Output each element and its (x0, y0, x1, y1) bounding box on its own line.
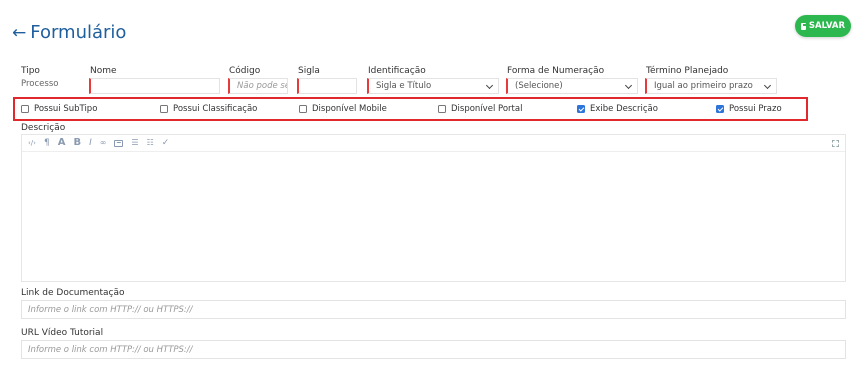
sigla-label: Sigla (298, 66, 320, 76)
nome-input[interactable] (89, 78, 220, 94)
bold-icon[interactable]: B (73, 138, 81, 148)
identificacao-select[interactable]: Sigla e Título (367, 78, 499, 94)
link-icon[interactable]: ∞ (100, 139, 107, 147)
checkbox-label: Disponível Portal (451, 104, 523, 114)
checkbox-possui-classificacao[interactable]: Possui Classificação (160, 104, 257, 114)
link-documentacao-input[interactable]: Informe o link com HTTP:// ou HTTPS:// (21, 300, 846, 319)
link-documentacao-label: Link de Documentação (21, 288, 125, 298)
codigo-label: Código (229, 66, 261, 76)
numbered-list-icon[interactable]: ☷ (147, 139, 154, 147)
checkbox-label: Possui Classificação (173, 104, 258, 114)
editor-toolbar: ‹/› ¶ A B I ∞ ☰ ☷ ✓ (22, 135, 845, 152)
chevron-down-icon (485, 81, 494, 90)
forma-numeracao-label: Forma de Numeração (507, 66, 605, 76)
termino-planejado-label: Término Planejado (646, 66, 729, 76)
descricao-text-area[interactable] (22, 153, 845, 281)
forma-numeracao-value: (Selecione) (515, 81, 563, 91)
checkbox-exibe-descricao[interactable]: Exibe Descrição (577, 104, 658, 114)
identificacao-label: Identificação (368, 66, 426, 76)
checkbox-disponivel-portal[interactable]: Disponível Portal (438, 104, 522, 114)
paragraph-icon[interactable]: ¶ (44, 138, 50, 148)
checkbox-box[interactable] (160, 105, 168, 113)
checkbox-disponivel-mobile[interactable]: Disponível Mobile (299, 104, 387, 114)
bullet-list-icon[interactable]: ☰ (131, 139, 138, 147)
url-video-label: URL Vídeo Tutorial (21, 328, 104, 338)
page-title: ← Formulário (12, 22, 126, 43)
sigla-input[interactable] (297, 78, 357, 94)
checkbox-box[interactable] (716, 105, 724, 113)
save-button[interactable]: SALVAR (795, 15, 851, 37)
descricao-editor: ‹/› ¶ A B I ∞ ☰ ☷ ✓ (21, 134, 846, 282)
termino-planejado-select[interactable]: Igual ao primeiro prazo (645, 78, 777, 94)
font-size-icon[interactable]: A (58, 138, 66, 148)
save-disk-icon (801, 22, 806, 30)
save-button-label: SALVAR (808, 21, 845, 31)
italic-icon[interactable]: I (89, 138, 92, 148)
image-icon[interactable] (114, 139, 124, 147)
nome-label: Nome (90, 66, 117, 76)
code-icon[interactable]: ‹/› (28, 139, 36, 147)
url-video-input[interactable]: Informe o link com HTTP:// ou HTTPS:// (21, 340, 846, 359)
chevron-down-icon (624, 81, 633, 90)
descricao-label: Descrição (21, 123, 66, 133)
checkbox-box[interactable] (577, 105, 585, 113)
checkbox-label: Disponível Mobile (312, 104, 387, 114)
checkbox-possui-prazo[interactable]: Possui Prazo (716, 104, 782, 114)
chevron-down-icon (763, 81, 772, 90)
codigo-input[interactable]: Não pode ser (228, 78, 288, 94)
tipo-label: Tipo (21, 66, 40, 76)
checkbox-label: Possui Prazo (729, 104, 782, 114)
checkbox-possui-subtipo[interactable]: Possui SubTipo (21, 104, 97, 114)
tipo-value: Processo (21, 79, 59, 89)
forma-numeracao-select[interactable]: (Selecione) (506, 78, 638, 94)
clear-format-icon[interactable]: ✓ (162, 138, 170, 148)
checkbox-box[interactable] (21, 105, 29, 113)
termino-planejado-value: Igual ao primeiro prazo (654, 81, 753, 91)
checkbox-label: Exibe Descrição (590, 104, 658, 114)
identificacao-value: Sigla e Título (376, 81, 432, 91)
checkbox-box[interactable] (438, 105, 446, 113)
fullscreen-icon[interactable] (832, 140, 839, 147)
page-title-text: Formulário (30, 22, 127, 43)
checkbox-box[interactable] (299, 105, 307, 113)
checkbox-label: Possui SubTipo (34, 104, 98, 114)
back-arrow-icon[interactable]: ← (12, 23, 26, 43)
page-header: ← Formulário SALVAR (0, 0, 864, 62)
checkbox-options-group: Possui SubTipo Possui Classificação Disp… (13, 97, 808, 121)
